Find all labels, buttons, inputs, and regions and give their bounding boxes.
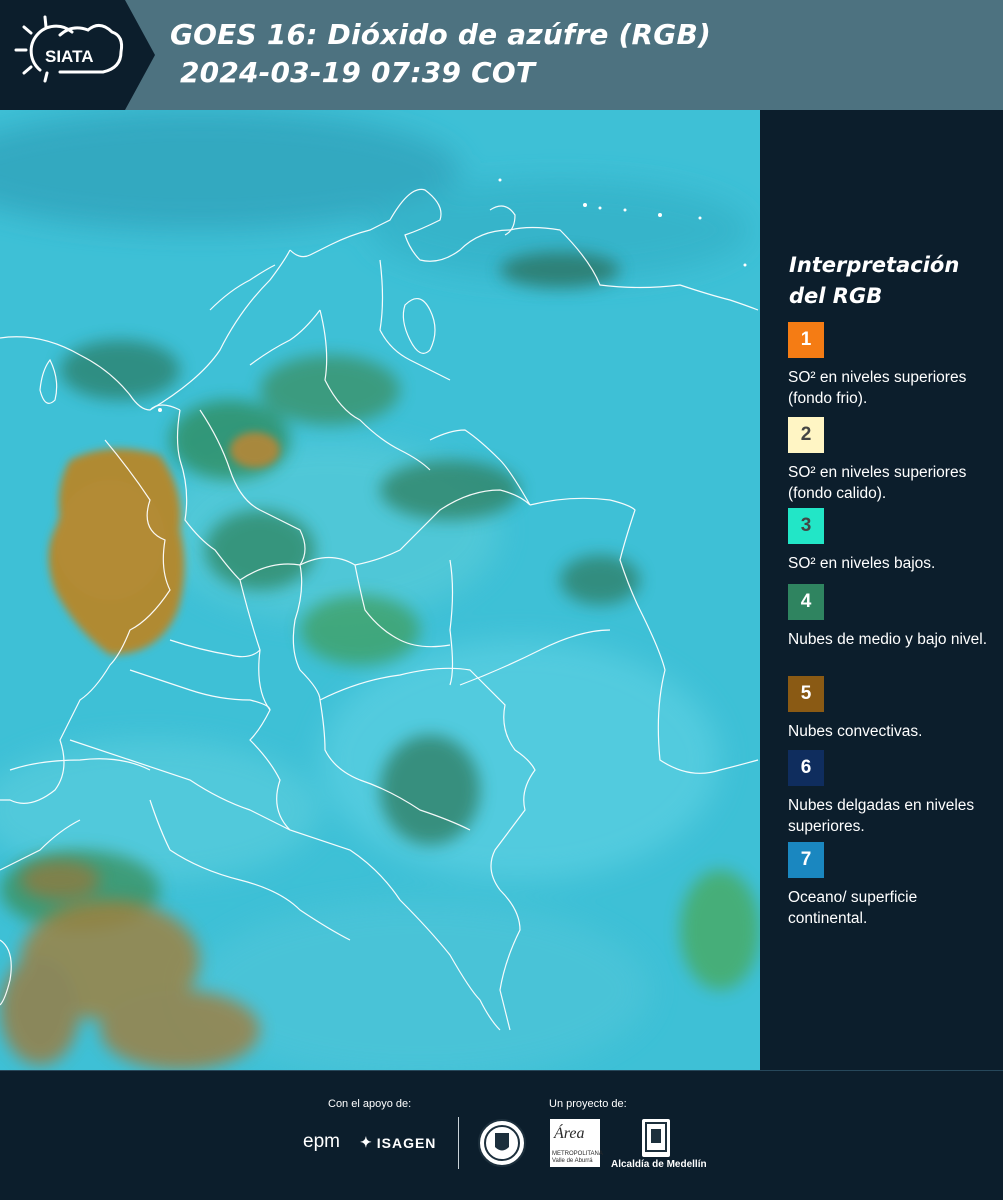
footer: Con el apoyo de: Un proyecto de: epm ✦ I… bbox=[0, 1070, 1003, 1200]
legend-label-6: Nubes delgadas en niveles superiores. bbox=[788, 797, 975, 835]
legend-swatch-6: 6 bbox=[788, 750, 824, 786]
title-line-2: 2024-03-19 07:39 COT bbox=[170, 56, 536, 89]
legend-title: Interpretación del RGB bbox=[789, 253, 960, 308]
page-title: GOES 16: Dióxido de azúfre (RGB) 2024-03… bbox=[170, 16, 711, 92]
legend-item-2: 2 SO² en niveles superiores (fondo calid… bbox=[788, 417, 993, 504]
epm-logo: epm bbox=[303, 1131, 340, 1152]
footer-divider bbox=[458, 1117, 459, 1169]
isagen-label: ISAGEN bbox=[376, 1134, 437, 1151]
satellite-map bbox=[0, 110, 760, 1070]
legend-swatch-2: 2 bbox=[788, 417, 824, 453]
legend-label-4: Nubes de medio y bajo nivel. bbox=[788, 631, 988, 648]
legend-label-2: SO² en niveles superiores (fondo calido)… bbox=[788, 464, 967, 502]
project-label: Un proyecto de: bbox=[549, 1098, 627, 1110]
area-logo-text: Área bbox=[554, 1125, 585, 1142]
legend-swatch-1: 1 bbox=[788, 322, 824, 358]
legend-item-7: 7 Oceano/ superficie continental. bbox=[788, 842, 993, 929]
legend-label-3: SO² en niveles bajos. bbox=[788, 555, 936, 572]
header: SIATA GOES 16: Dióxido de azúfre (RGB) 2… bbox=[0, 0, 1003, 110]
support-label: Con el apoyo de: bbox=[328, 1098, 412, 1110]
title-line-1: GOES 16: Dióxido de azúfre (RGB) bbox=[170, 18, 712, 51]
legend-swatch-7: 7 bbox=[788, 842, 824, 878]
isagen-icon: ✦ bbox=[360, 1134, 373, 1150]
legend-panel: Interpretación del RGB 1 SO² en niveles … bbox=[760, 110, 1003, 1070]
legend-swatch-5: 5 bbox=[788, 676, 824, 712]
legend-item-3: 3 SO² en niveles bajos. bbox=[788, 508, 993, 574]
legend-label-1: SO² en niveles superiores (fondo frio). bbox=[788, 369, 967, 407]
legend-item-1: 1 SO² en niveles superiores (fondo frio)… bbox=[788, 322, 993, 409]
area-logo-subtext: METROPOLITANA Valle de Aburrá bbox=[552, 1151, 603, 1164]
medellin-seal-icon bbox=[478, 1119, 526, 1167]
legend-item-4: 4 Nubes de medio y bajo nivel. bbox=[788, 584, 993, 650]
logo-panel: SIATA bbox=[0, 0, 155, 110]
logo-text: SIATA bbox=[45, 47, 93, 66]
alcaldia-label: Alcaldía de Medellín bbox=[611, 1159, 707, 1170]
alcaldia-shield-icon bbox=[642, 1119, 670, 1157]
legend-swatch-3: 3 bbox=[788, 508, 824, 544]
legend-item-5: 5 Nubes convectivas. bbox=[788, 676, 993, 742]
legend-label-5: Nubes convectivas. bbox=[788, 723, 923, 740]
legend-item-6: 6 Nubes delgadas en niveles superiores. bbox=[788, 750, 993, 837]
legend-label-7: Oceano/ superficie continental. bbox=[788, 889, 918, 927]
isagen-logo: ✦ ISAGEN bbox=[360, 1134, 436, 1151]
area-metropolitana-logo: Área METROPOLITANA Valle de Aburrá bbox=[550, 1119, 603, 1167]
legend-swatch-4: 4 bbox=[788, 584, 824, 620]
